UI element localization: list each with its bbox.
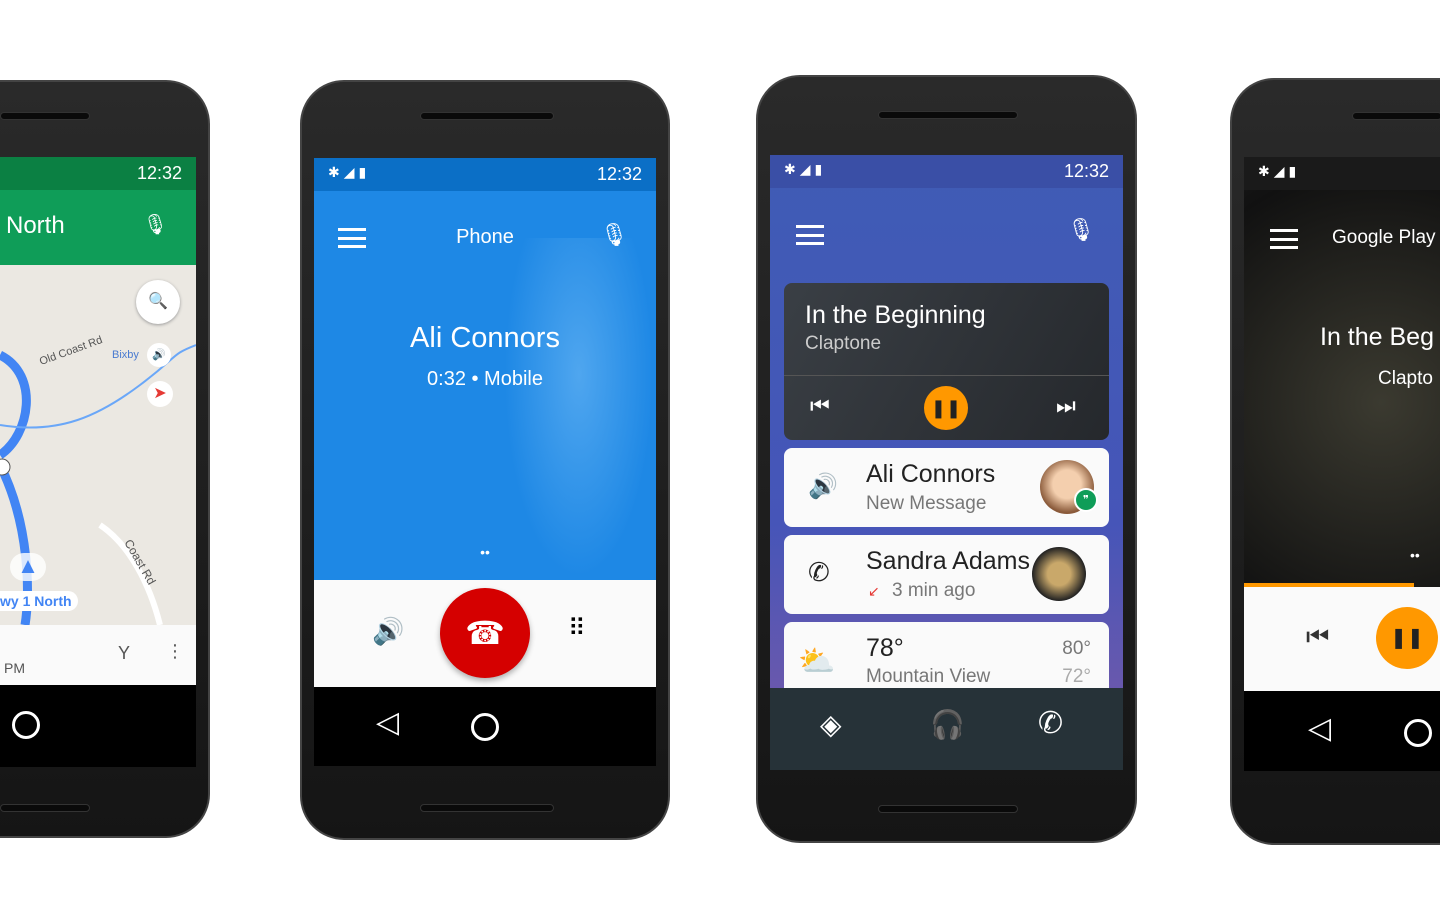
phone-music: ✱◢▮ Google Play In the Beg Clapto •• ⏮ ❚… <box>1230 78 1440 845</box>
call-card[interactable]: ✆ Sandra Adams ↙ 3 min ago <box>784 535 1109 614</box>
search-icon[interactable]: 🔍 <box>136 280 180 324</box>
message-card[interactable]: 🔊 Ali Connors New Message ❞ <box>784 448 1109 527</box>
caller-name: Ali Connors <box>410 322 560 354</box>
speaker <box>1352 112 1440 120</box>
card-detail: 3 min ago <box>892 580 976 601</box>
mic-icon[interactable]: 🎙 <box>600 222 628 248</box>
track-artist: Clapto <box>1378 368 1433 389</box>
nav-bar: ◁ <box>314 687 656 766</box>
status-time: 12:32 <box>136 163 182 183</box>
home-icon[interactable] <box>1404 719 1432 747</box>
navigation-arrow-icon: ▲ <box>10 553 46 581</box>
page-indicator: •• <box>480 544 490 560</box>
phone-icon: ✆ <box>808 557 830 587</box>
volume-icon: 🔊 <box>808 473 838 500</box>
home-icon[interactable] <box>471 713 499 741</box>
dialpad-icon[interactable]: ⠿ <box>568 614 586 643</box>
menu-icon[interactable] <box>796 225 824 245</box>
music-screen: ✱◢▮ Google Play In the Beg Clapto •• ⏮ ❚… <box>1244 157 1440 771</box>
route-label: wy 1 North <box>0 591 78 611</box>
status-bar: ✱◢▮ <box>1244 157 1440 190</box>
phone-call: ✱◢▮ 12:32 Phone 🎙 Ali Connors 0:32 • Mobi… <box>300 80 670 840</box>
pause-button[interactable]: ❚❚ <box>924 386 968 430</box>
pause-button[interactable]: ❚❚ <box>1376 607 1438 669</box>
high-temp: 80° <box>1062 638 1091 659</box>
location: Mountain View <box>866 666 991 687</box>
heading-label: North <box>6 212 65 239</box>
page-indicator: •• <box>1410 547 1420 563</box>
card-detail: New Message <box>866 493 987 514</box>
maps-screen: 12:32 North 🎙 Old Coast Rd Bixby Coast R… <box>0 157 196 767</box>
status-bar: 12:32 <box>0 157 196 190</box>
hangouts-icon: ❞ <box>1074 488 1098 512</box>
maps-header: North 🎙 <box>0 190 196 265</box>
maps-bottom-bar: PM Y ⋮ <box>0 625 196 685</box>
contact-name: Sandra Adams <box>866 547 1030 575</box>
end-call-button[interactable]: ☎ <box>440 588 530 678</box>
divider <box>784 375 1109 376</box>
music-card[interactable]: In the Beginning Claptone ⏮ ❚❚ ⏭ <box>784 283 1109 440</box>
phone-home: ✱◢▮ 12:32 🎙 In the Beginning Claptone ⏮ ❚… <box>756 75 1137 843</box>
speaker <box>420 804 554 812</box>
road-label: Bixby <box>112 349 139 361</box>
nav-bar <box>0 685 196 767</box>
weather-icon: ⛅ <box>798 645 836 678</box>
temperature: 78° <box>866 634 904 662</box>
missed-call-icon: ↙ <box>868 583 880 599</box>
previous-icon[interactable]: ⏮ <box>810 393 830 419</box>
mic-icon[interactable]: 🎙 <box>1067 217 1095 243</box>
compass-icon[interactable]: ➤ <box>147 381 173 407</box>
speaker <box>878 111 1018 119</box>
call-info: 0:32 • Mobile <box>427 368 543 390</box>
facet-bar: ◈ 🎧 ✆ <box>770 688 1123 770</box>
track-title: In the Beg <box>1320 323 1434 351</box>
track-artist: Claptone <box>805 333 882 354</box>
caller-photo <box>504 238 654 578</box>
eta-text: PM <box>4 660 25 676</box>
call-screen: ✱◢▮ 12:32 Phone 🎙 Ali Connors 0:32 • Mobi… <box>314 158 656 766</box>
track-title: In the Beginning <box>805 301 986 329</box>
volume-icon[interactable]: 🔊 <box>147 343 171 367</box>
navigation-icon[interactable]: ◈ <box>820 708 842 741</box>
speaker <box>878 805 1018 813</box>
call-controls: 🔊 ☎ ⠿ <box>314 580 656 687</box>
status-time: 12:32 <box>1063 161 1109 181</box>
menu-icon[interactable] <box>1270 229 1298 249</box>
low-temp: 72° <box>1062 666 1091 687</box>
status-time: 12:32 <box>596 164 642 184</box>
status-icons: ✱◢▮ <box>1258 163 1301 179</box>
phone-icon[interactable]: ✆ <box>1038 706 1063 741</box>
headphones-icon[interactable]: 🎧 <box>930 708 965 741</box>
home-icon[interactable] <box>12 711 40 739</box>
mic-icon[interactable]: 🎙 <box>143 212 168 237</box>
route-options-icon[interactable]: Y <box>118 643 130 664</box>
speaker <box>0 112 90 120</box>
status-icons: ✱◢▮ <box>784 161 827 177</box>
speaker <box>0 804 90 812</box>
home-screen: ✱◢▮ 12:32 🎙 In the Beginning Claptone ⏮ ❚… <box>770 155 1123 770</box>
phone-maps: 12:32 North 🎙 Old Coast Rd Bixby Coast R… <box>0 80 210 838</box>
more-icon[interactable]: ⋮ <box>166 641 184 662</box>
music-controls: ⏮ ❚❚ <box>1244 587 1440 691</box>
nav-bar: ◁ <box>1244 691 1440 771</box>
contact-name: Ali Connors <box>866 460 996 488</box>
speaker <box>420 112 554 120</box>
map-view[interactable]: Old Coast Rd Bixby Coast Rd 🔍 🔊 ➤ ▲ wy 1… <box>0 265 196 625</box>
status-bar: ✱◢▮ 12:32 <box>314 158 656 191</box>
avatar <box>1032 547 1086 601</box>
status-bar: ✱◢▮ 12:32 <box>770 155 1123 188</box>
back-icon[interactable]: ◁ <box>1308 711 1331 746</box>
next-icon[interactable]: ⏭ <box>1056 393 1076 419</box>
app-title: Google Play <box>1332 227 1436 248</box>
status-icons: ✱◢▮ <box>328 164 371 180</box>
speaker-icon[interactable]: 🔊 <box>372 616 404 647</box>
previous-icon[interactable]: ⏮ <box>1306 621 1329 653</box>
back-icon[interactable]: ◁ <box>376 705 399 740</box>
